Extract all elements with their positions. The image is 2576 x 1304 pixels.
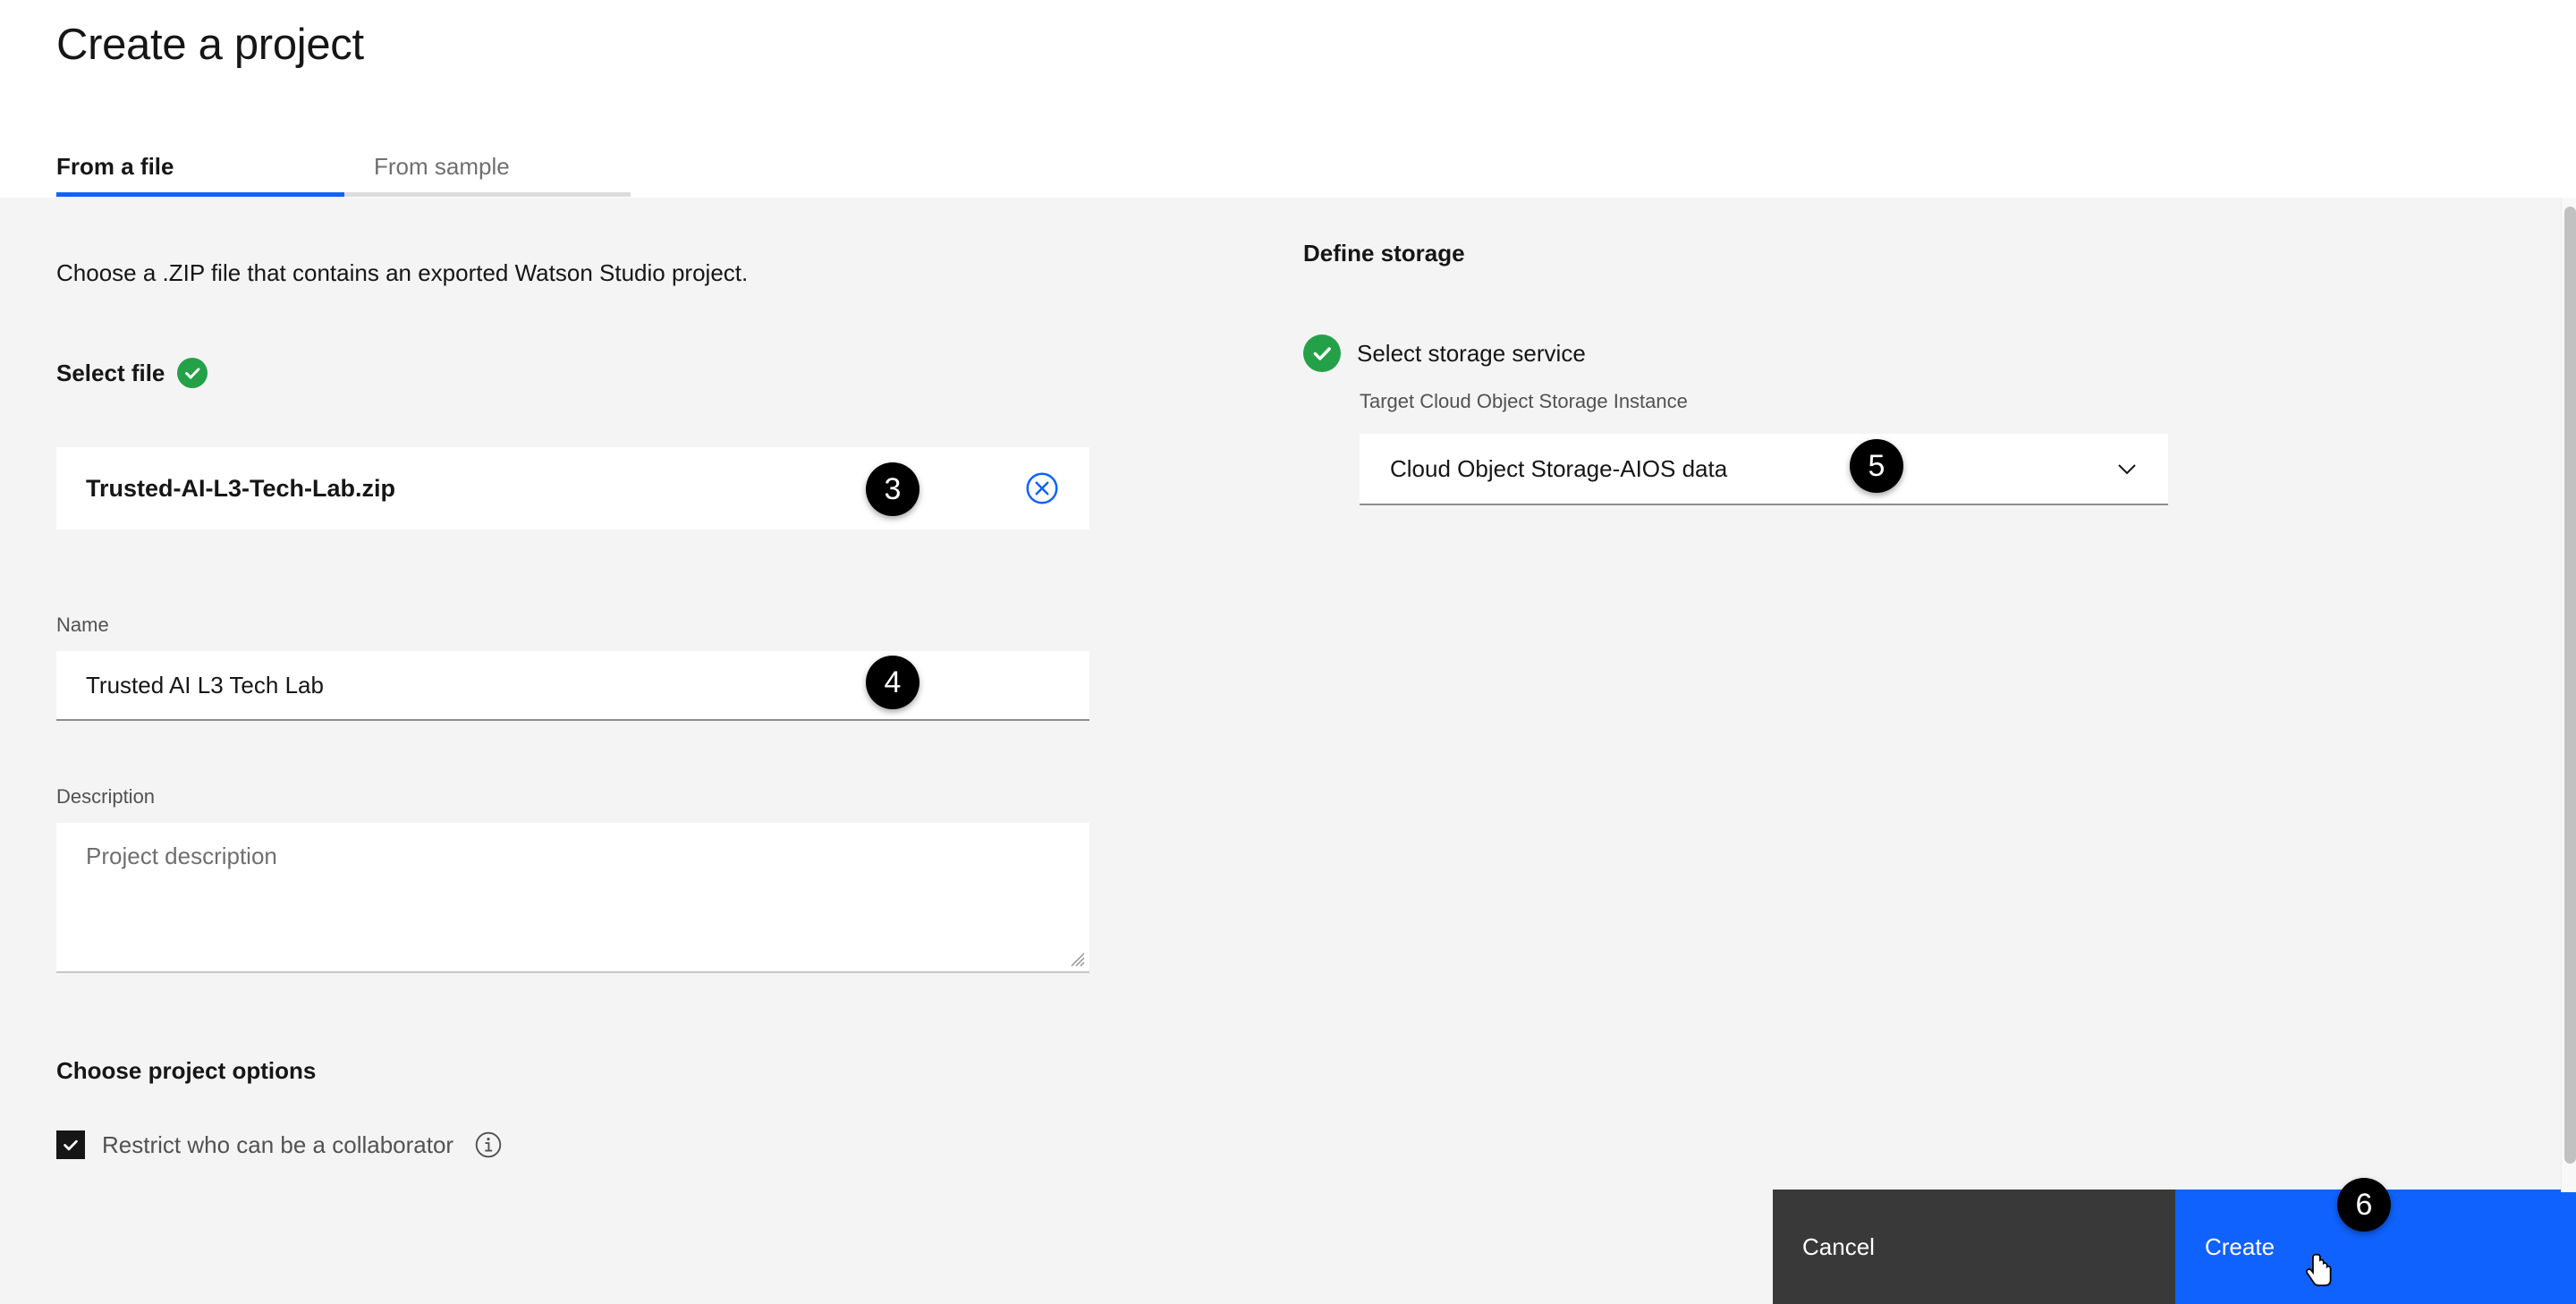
restrict-collaborator-checkbox[interactable] xyxy=(56,1130,85,1159)
create-project-page: Create a project From a file From sample… xyxy=(0,0,2576,1304)
select-file-heading-label: Select file xyxy=(56,360,165,387)
select-storage-service-label: Select storage service xyxy=(1357,340,1586,368)
tab-from-a-file-label: From a file xyxy=(56,153,174,181)
name-input[interactable] xyxy=(56,651,1089,721)
description-field-wrapper xyxy=(56,823,1089,973)
define-storage-heading: Define storage xyxy=(1303,240,1465,267)
close-circle-outline-icon[interactable] xyxy=(1024,470,1060,506)
info-circle-icon[interactable] xyxy=(473,1130,504,1160)
tab-bar: From a file From sample xyxy=(0,136,2576,197)
check-circle-filled-icon xyxy=(1303,334,1341,372)
restrict-collaborator-checkbox-row[interactable]: Restrict who can be a collaborator xyxy=(56,1130,504,1160)
page-title: Create a project xyxy=(56,20,364,70)
check-circle-filled-icon xyxy=(177,358,208,388)
select-storage-service-step: Select storage service xyxy=(1303,334,1586,372)
selected-file-card: Trusted-AI-L3-Tech-Lab.zip xyxy=(56,447,1089,529)
annotation-badge-6: 6 xyxy=(2337,1178,2391,1232)
description-textarea[interactable] xyxy=(56,823,1089,973)
annotation-badge-5: 5 xyxy=(1850,439,1903,493)
annotation-badge-4: 4 xyxy=(866,656,919,709)
restrict-collaborator-label: Restrict who can be a collaborator xyxy=(102,1131,453,1159)
action-bar: Cancel Create xyxy=(1773,1190,2576,1304)
storage-select[interactable]: Cloud Object Storage-AIOS data xyxy=(1360,434,2168,505)
select-file-heading: Select file xyxy=(56,358,208,388)
tab-inactive-underline xyxy=(344,192,631,197)
storage-select-label: Target Cloud Object Storage Instance xyxy=(1360,390,1688,413)
mouse-cursor-pointer-icon xyxy=(2306,1252,2336,1291)
tab-from-a-file[interactable]: From a file xyxy=(56,136,344,197)
tab-active-underline xyxy=(56,192,344,197)
vertical-scrollbar-thumb[interactable] xyxy=(2564,207,2576,1164)
vertical-scrollbar-track[interactable] xyxy=(2561,198,2576,1192)
intro-text: Choose a .ZIP file that contains an expo… xyxy=(56,259,748,287)
annotation-badge-3: 3 xyxy=(866,462,919,516)
tab-from-sample-label: From sample xyxy=(344,153,510,181)
tab-from-sample[interactable]: From sample xyxy=(344,136,631,197)
description-field-label: Description xyxy=(56,785,155,809)
cancel-button[interactable]: Cancel xyxy=(1773,1190,2175,1304)
name-field-label: Name xyxy=(56,614,109,637)
selected-file-name: Trusted-AI-L3-Tech-Lab.zip xyxy=(86,475,395,503)
chevron-down-icon[interactable] xyxy=(2113,454,2141,483)
storage-select-value: Cloud Object Storage-AIOS data xyxy=(1390,455,1727,483)
project-options-heading: Choose project options xyxy=(56,1057,316,1085)
